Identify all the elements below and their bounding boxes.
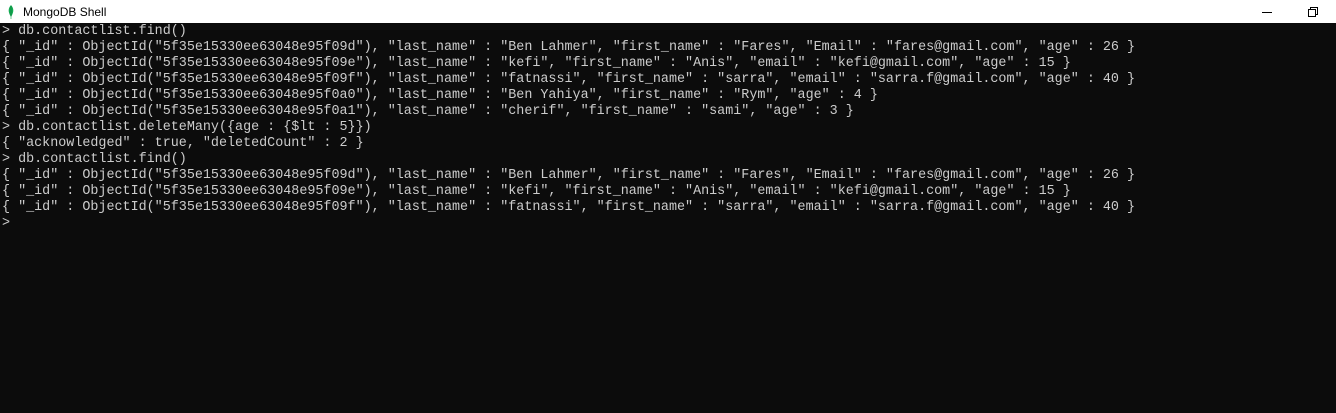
minimize-button[interactable] (1244, 0, 1290, 23)
restore-button[interactable] (1290, 0, 1336, 23)
console-line: { "_id" : ObjectId("5f35e15330ee63048e95… (2, 184, 1071, 199)
shell-prompt[interactable]: > (0, 216, 1336, 232)
title-bar[interactable]: MongoDB Shell (0, 0, 1336, 23)
mongodb-leaf-icon (7, 4, 15, 19)
console-line: > db.contactlist.deleteMany({age : {$lt … (2, 120, 372, 135)
console-line: { "_id" : ObjectId("5f35e15330ee63048e95… (2, 72, 1136, 87)
console-line: { "acknowledged" : true, "deletedCount" … (2, 136, 364, 151)
console-line: { "_id" : ObjectId("5f35e15330ee63048e95… (2, 200, 1136, 215)
console-output[interactable]: > db.contactlist.find() { "_id" : Object… (0, 23, 1336, 413)
console-line: { "_id" : ObjectId("5f35e15330ee63048e95… (2, 168, 1136, 183)
mongodb-shell-window: MongoDB Shell > db.contactlist.find() { … (0, 0, 1336, 413)
window-controls (1244, 0, 1336, 23)
console-line: { "_id" : ObjectId("5f35e15330ee63048e95… (2, 56, 1071, 71)
console-line: > db.contactlist.find() (2, 24, 187, 39)
window-title: MongoDB Shell (23, 4, 107, 19)
console-line: { "_id" : ObjectId("5f35e15330ee63048e95… (2, 104, 854, 119)
console-line: { "_id" : ObjectId("5f35e15330ee63048e95… (2, 88, 878, 103)
console-line: { "_id" : ObjectId("5f35e15330ee63048e95… (2, 40, 1136, 55)
console-line: > db.contactlist.find() (2, 152, 187, 167)
restore-icon (1308, 6, 1318, 17)
minimize-icon (1262, 11, 1272, 13)
